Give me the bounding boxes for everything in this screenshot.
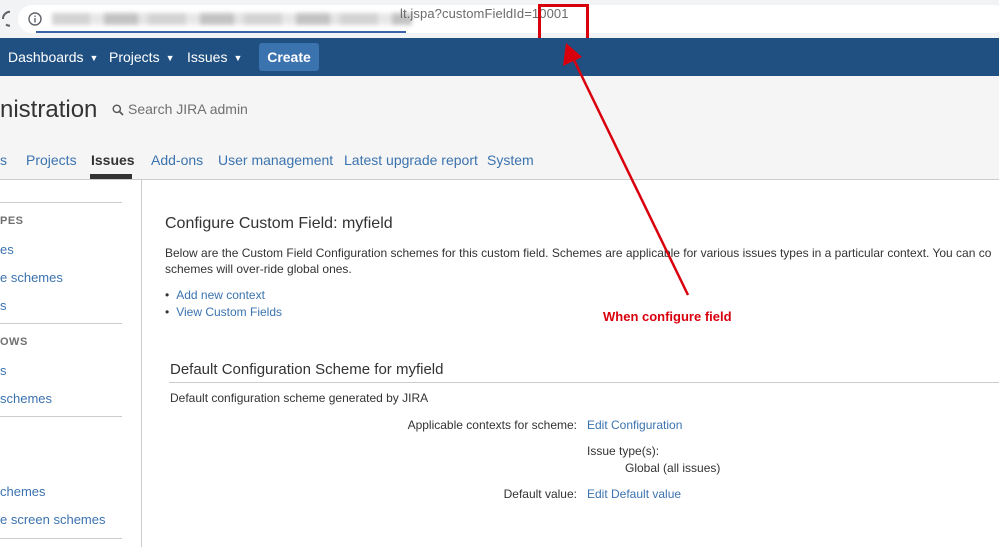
admin-search-input[interactable]: Search JIRA admin <box>128 101 248 117</box>
edit-configuration-link[interactable]: Edit Configuration <box>587 418 682 432</box>
scheme-divider <box>169 382 999 383</box>
tab-system[interactable]: System <box>487 152 534 168</box>
sidebar-divider <box>0 202 122 203</box>
tab-latest-upgrade-report[interactable]: Latest upgrade report <box>344 152 478 168</box>
create-button[interactable]: Create <box>259 43 319 71</box>
main-content: Configure Custom Field: myfield Below ar… <box>142 180 999 547</box>
tab-applications[interactable]: s <box>0 152 7 168</box>
active-tab-indicator <box>90 174 132 179</box>
bullet-icon: • <box>165 288 170 302</box>
sidebar-divider <box>0 538 122 539</box>
sidebar-divider <box>0 416 122 417</box>
nav-issues-label: Issues <box>187 49 228 65</box>
bullet-icon: • <box>165 305 170 319</box>
chevron-down-icon: ▼ <box>233 53 243 63</box>
admin-header: nistration Search JIRA admin s Projects … <box>0 76 999 180</box>
sidebar-heading-workflows: OWS <box>0 336 28 348</box>
tab-issues[interactable]: Issues <box>91 152 135 168</box>
jira-header: Dashboards ▼ Projects ▼ Issues ▼ Create <box>0 38 999 76</box>
nav-dashboards[interactable]: Dashboards ▼ <box>8 38 98 76</box>
reload-icon[interactable] <box>0 9 10 29</box>
tab-projects[interactable]: Projects <box>26 152 77 168</box>
add-new-context-link[interactable]: • Add new context <box>165 288 265 302</box>
url-underline <box>36 31 406 33</box>
issue-types-value: Global (all issues) <box>625 461 721 475</box>
default-value-label: Default value: <box>503 487 577 501</box>
chevron-down-icon: ▼ <box>89 53 99 63</box>
url-redacted <box>52 13 412 25</box>
nav-projects[interactable]: Projects ▼ <box>109 38 175 76</box>
sidebar-item-screen-schemes[interactable]: chemes <box>0 484 46 499</box>
sidebar-item-issue-type-screen-schemes[interactable]: e screen schemes <box>0 512 106 527</box>
sidebar-item-workflows[interactable]: s <box>0 363 7 378</box>
search-icon[interactable] <box>112 103 124 116</box>
tab-add-ons[interactable]: Add-ons <box>151 152 203 168</box>
annotation-callout: When configure field <box>603 309 732 324</box>
sidebar-divider <box>0 323 122 324</box>
description-text: Below are the Custom Field Configuration… <box>165 246 992 260</box>
contexts-label: Applicable contexts for scheme: <box>407 418 577 432</box>
scheme-description: Default configuration scheme generated b… <box>170 391 429 405</box>
sidebar-item-issue-types[interactable]: es <box>0 242 14 257</box>
issue-types-label: Issue type(s): <box>587 444 660 458</box>
sidebar-item-sub-tasks[interactable]: s <box>0 298 7 313</box>
chevron-down-icon: ▼ <box>165 53 175 63</box>
url-suffix: lt.jspa?customFieldId= <box>400 6 532 21</box>
nav-issues[interactable]: Issues ▼ <box>187 38 242 76</box>
add-new-context-label: Add new context <box>176 288 265 302</box>
edit-default-value-link[interactable]: Edit Default value <box>587 487 681 501</box>
browser-address-bar: lt.jspa?customFieldId=10001 <box>0 0 999 41</box>
scheme-heading: Default Configuration Scheme for myfield <box>170 361 444 378</box>
view-custom-fields-link[interactable]: • View Custom Fields <box>165 305 282 319</box>
view-custom-fields-label: View Custom Fields <box>176 305 283 319</box>
configure-field-heading: Configure Custom Field: myfield <box>165 215 393 232</box>
page-title: nistration <box>0 96 98 123</box>
tab-user-management[interactable]: User management <box>218 152 333 168</box>
sidebar-heading-issue-types: PES <box>0 215 24 227</box>
url-id-highlight-box <box>538 4 589 41</box>
sidebar-item-issue-type-schemes[interactable]: e schemes <box>0 270 63 285</box>
nav-projects-label: Projects <box>109 49 160 65</box>
admin-sidebar: PES es e schemes s OWS s schemes chemes … <box>0 180 142 547</box>
nav-dashboards-label: Dashboards <box>8 49 84 65</box>
info-icon[interactable] <box>28 12 42 26</box>
sidebar-item-workflow-schemes[interactable]: schemes <box>0 391 52 406</box>
description-text-continued: schemes will over-ride global ones. <box>165 262 352 276</box>
